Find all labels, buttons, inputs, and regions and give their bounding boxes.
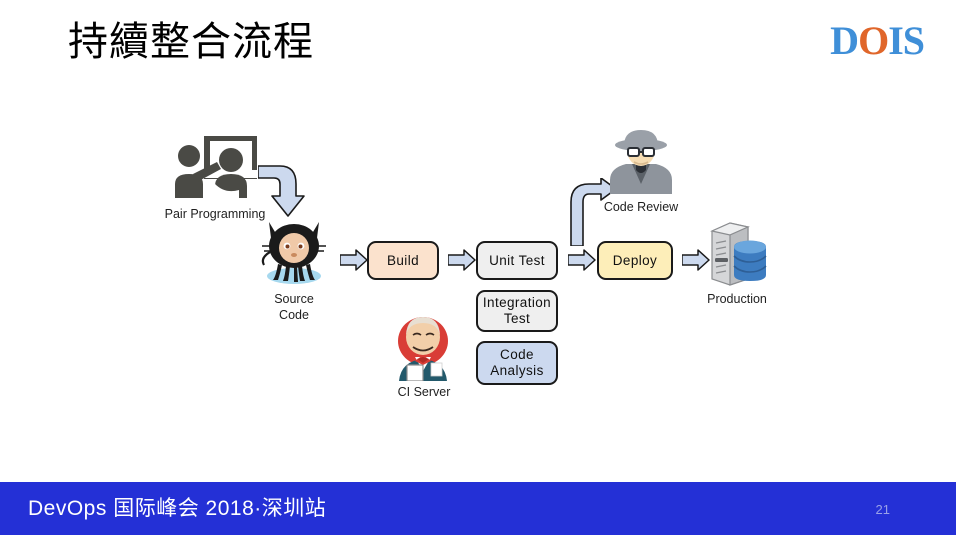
node-unit-test[interactable]: Unit Test: [476, 241, 558, 280]
caption-ci-server: CI Server: [397, 385, 451, 399]
source-code-octocat-icon: [256, 218, 332, 286]
dois-logo: DOIS: [830, 18, 925, 63]
caption-code-review: Code Review: [603, 200, 679, 214]
node-code-analysis[interactable]: Code Analysis: [476, 341, 558, 385]
arrow-build-to-unit-test-icon: [447, 249, 476, 276]
caption-production: Production: [707, 292, 767, 306]
logo-letter-is: IS: [888, 18, 925, 63]
arrow-pair-to-source-icon: [257, 163, 310, 226]
footer-conference-title: DevOps 国际峰会 2018·深圳站: [28, 497, 327, 520]
caption-source-code: Source Code: [274, 292, 314, 322]
node-build[interactable]: Build: [367, 241, 439, 280]
logo-letter-o: O: [858, 18, 889, 63]
node-deploy[interactable]: Deploy: [597, 241, 673, 280]
page-title: 持續整合流程: [68, 20, 314, 64]
pair-programming-icon: [173, 135, 258, 198]
ci-server-jenkins-icon: [393, 313, 453, 382]
arrow-source-to-build-icon: [339, 249, 368, 276]
production-server-database-icon: [706, 221, 768, 287]
code-review-person-icon: [610, 122, 672, 194]
footer-bar: DevOps 国际峰会 2018·深圳站 21: [0, 482, 956, 535]
logo-letter-d: D: [830, 18, 859, 63]
page-number: 21: [875, 502, 890, 517]
node-integration-test[interactable]: Integration Test: [476, 290, 558, 332]
arrow-unit-test-to-deploy-icon: [567, 249, 596, 276]
slide-canvas: 持續整合流程 DOIS Pair Programming Source Code…: [0, 0, 956, 535]
